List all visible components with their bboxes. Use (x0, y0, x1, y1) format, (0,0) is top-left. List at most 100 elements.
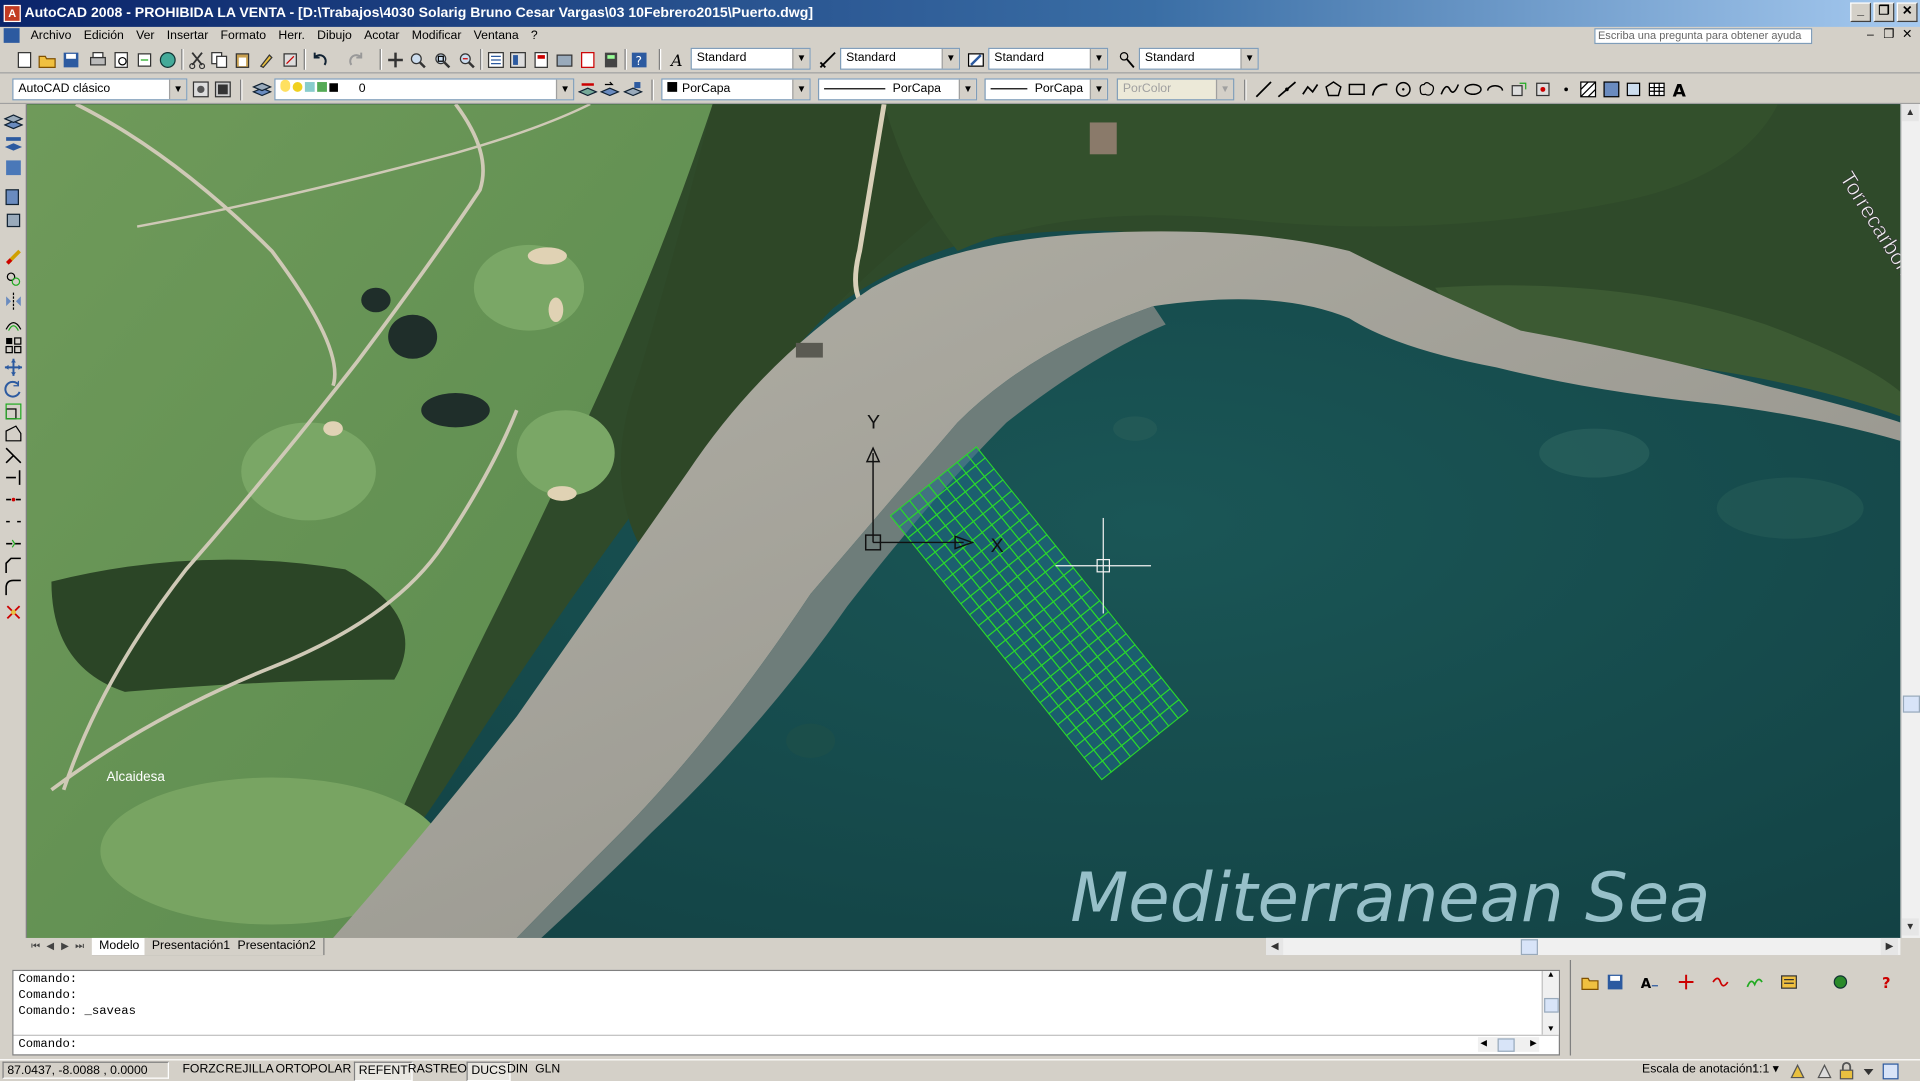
insert-block-icon[interactable] (1509, 80, 1529, 100)
hatch-icon[interactable] (1578, 80, 1598, 100)
clean-screen-icon[interactable] (1881, 1062, 1899, 1080)
offset-icon[interactable] (4, 313, 24, 333)
plugin-icon[interactable] (1831, 972, 1851, 992)
scroll-up-icon[interactable]: ▲ (1901, 104, 1919, 122)
scroll-down-icon[interactable]: ▼ (1901, 918, 1919, 936)
polyline-icon[interactable] (1300, 80, 1320, 100)
autocad-app-icon[interactable]: A (3, 4, 21, 23)
paste-icon[interactable] (233, 50, 253, 70)
save-sheet-icon[interactable] (1605, 972, 1625, 992)
annotation-visibility-icon[interactable] (1788, 1062, 1805, 1079)
status-toggle-din[interactable]: DIN (503, 1062, 531, 1079)
text-style-select[interactable]: Standard ▼ (690, 47, 811, 70)
annotation-scale-value[interactable]: 1:1 ▾ (1749, 1062, 1783, 1079)
first-tab-icon[interactable]: ⏮ (29, 939, 41, 954)
layer-select[interactable]: 0 ▼ (274, 78, 575, 101)
workspace-settings-icon[interactable] (191, 80, 211, 100)
calculator-icon[interactable] (601, 50, 621, 70)
properties-icon[interactable] (486, 50, 506, 70)
workspace-select[interactable]: AutoCAD clásico ▼ (12, 78, 188, 101)
3d-dwf-icon[interactable] (158, 50, 178, 70)
multileader-style-select[interactable]: Standard ▼ (1138, 47, 1259, 70)
design-center-icon[interactable] (508, 50, 528, 70)
scale-icon[interactable] (4, 402, 24, 422)
multileader-style-icon[interactable] (1117, 50, 1137, 70)
cut-icon[interactable] (187, 50, 207, 70)
extend-icon[interactable] (4, 468, 24, 488)
text-style-icon[interactable]: A (669, 50, 689, 70)
zoom-window-icon[interactable] (432, 50, 452, 70)
help-drop-icon[interactable]: ? (1877, 972, 1897, 992)
circle-icon[interactable] (1393, 80, 1413, 100)
last-tab-icon[interactable]: ⏭ (73, 939, 85, 954)
table-style-select[interactable]: Standard ▼ (988, 47, 1109, 70)
scroll-thumb[interactable] (1902, 695, 1920, 713)
fillet-icon[interactable] (4, 578, 24, 598)
tool-palettes-icon[interactable] (531, 50, 551, 70)
menu-item-5[interactable]: Herr. (272, 27, 311, 45)
zoom-previous-icon[interactable] (457, 50, 477, 70)
menu-item-8[interactable]: Modificar (406, 27, 468, 45)
erase-icon[interactable] (4, 247, 24, 267)
join-icon[interactable] (4, 534, 24, 554)
new-icon[interactable] (15, 50, 35, 70)
zoom-realtime-icon[interactable] (408, 50, 428, 70)
layer-previous-icon[interactable] (600, 80, 620, 100)
command-scrollbar[interactable]: ▲ ▼ (1541, 971, 1559, 1035)
trim-icon[interactable] (4, 446, 24, 466)
vertical-scrollbar[interactable]: ▲ ▼ (1900, 104, 1920, 938)
prev-tab-icon[interactable]: ◀ (44, 939, 56, 954)
command-window[interactable]: Comando: Comando: Comando: _saveas Coman… (12, 969, 1561, 1056)
gradient-icon[interactable] (1602, 80, 1622, 100)
chamfer-icon[interactable] (4, 556, 24, 576)
array-icon[interactable] (4, 336, 24, 356)
layer-isolate-icon[interactable] (4, 158, 24, 178)
break-at-point-icon[interactable] (4, 490, 24, 510)
rectangle-icon[interactable] (1347, 80, 1367, 100)
block-editor-icon[interactable] (280, 50, 300, 70)
menu-item-9[interactable]: Ventana (468, 27, 525, 45)
scroll-right-icon[interactable]: ▶ (1880, 937, 1898, 956)
menu-item-3[interactable]: Insertar (161, 27, 215, 45)
layer-states-icon[interactable] (623, 80, 643, 100)
dim-style-icon[interactable] (818, 50, 838, 70)
polygon-icon[interactable] (1324, 80, 1344, 100)
doc-close-icon[interactable]: ✕ (1899, 28, 1915, 43)
stretch-icon[interactable] (4, 424, 24, 444)
revision-cloud-icon[interactable] (1417, 80, 1437, 100)
restore-button[interactable]: ❐ (1873, 2, 1895, 23)
plot-preview-icon[interactable] (111, 50, 131, 70)
status-toggle-gln[interactable]: GLN (531, 1062, 564, 1079)
cmd-scroll-up-icon[interactable]: ▲ (1543, 971, 1559, 981)
help-icon[interactable]: ? (629, 50, 649, 70)
command-hscroll[interactable]: ◀ ▶ (1477, 1037, 1540, 1052)
menu-item-0[interactable]: Archivo (24, 27, 77, 45)
move-icon[interactable] (4, 358, 24, 378)
line-icon[interactable] (1254, 80, 1274, 100)
arc-icon[interactable] (1370, 80, 1390, 100)
point-icon[interactable] (1556, 80, 1576, 100)
layer-freeze-icon[interactable] (4, 187, 24, 207)
menu-item-4[interactable]: Formato (214, 27, 272, 45)
linetype-select[interactable]: PorCapa ▼ (817, 78, 978, 101)
tab-presentacion2[interactable]: Presentación2 (230, 937, 325, 957)
status-toggle-rastreo[interactable]: RASTREO (404, 1062, 471, 1079)
make-layer-current-icon[interactable] (577, 80, 598, 100)
make-block-icon[interactable] (1533, 80, 1553, 100)
ellipse-arc-icon[interactable] (1485, 80, 1505, 100)
next-tab-icon[interactable]: ▶ (59, 939, 71, 954)
plot-icon[interactable] (88, 50, 108, 70)
status-toggle-polar[interactable]: POLAR (306, 1062, 355, 1079)
mirror-icon[interactable] (4, 291, 24, 311)
doc-restore-icon[interactable]: ❐ (1881, 28, 1897, 43)
status-toggle-rejilla[interactable]: REJILLA (222, 1062, 278, 1079)
menu-item-7[interactable]: Acotar (358, 27, 406, 45)
layer-lock-icon[interactable] (4, 211, 24, 231)
auto-scale-icon[interactable] (1815, 1062, 1832, 1079)
tab-presentacion1[interactable]: Presentación1 (144, 937, 239, 957)
layer-properties-icon[interactable] (3, 111, 24, 131)
menu-item-2[interactable]: Ver (130, 27, 161, 45)
markup-icon[interactable] (578, 50, 598, 70)
osnap-settings-icon[interactable] (1676, 972, 1696, 992)
list-icon[interactable] (1779, 972, 1799, 992)
